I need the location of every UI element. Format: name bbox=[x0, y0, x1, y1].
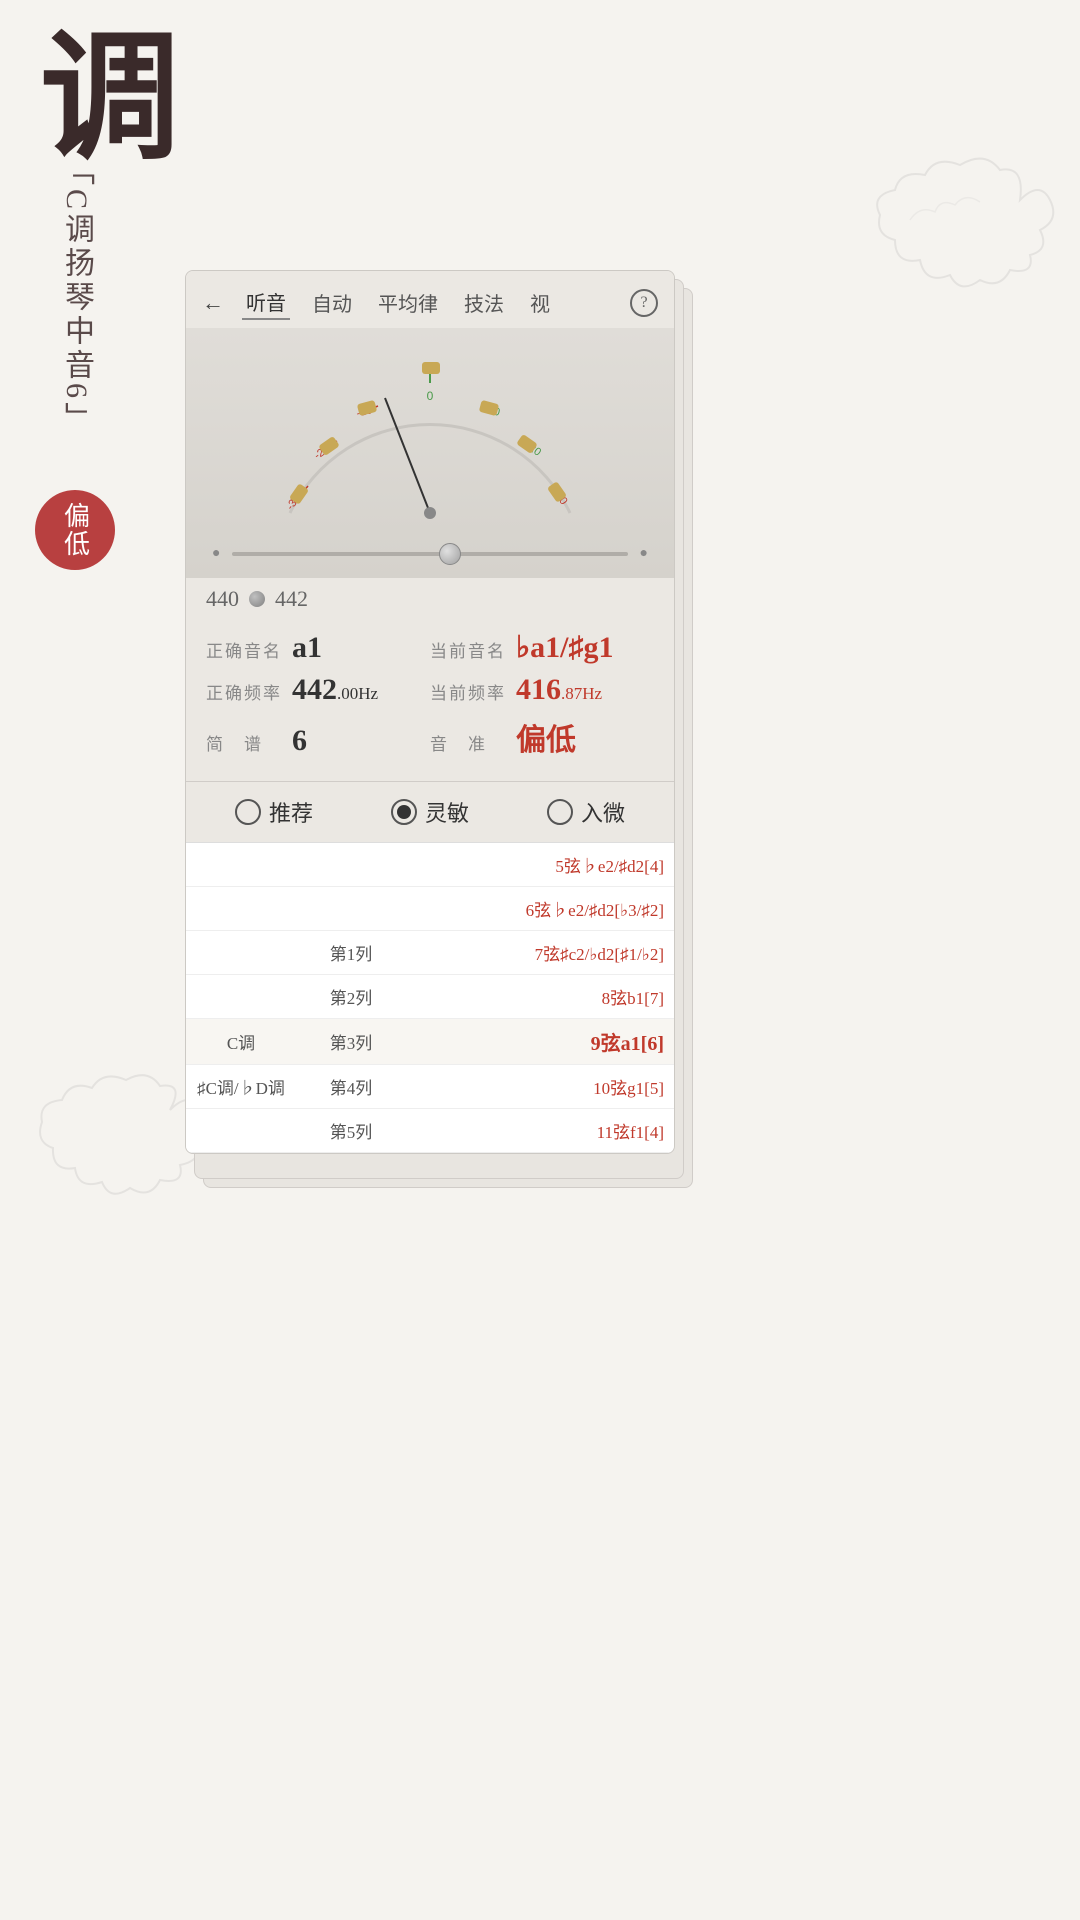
radio-sensitive-circle[interactable] bbox=[391, 799, 417, 825]
toolbar-item-auto[interactable]: 自动 bbox=[308, 286, 356, 319]
jianpu-label: 简 谱 bbox=[206, 730, 286, 755]
col-string: 5弦♭e2/♯d2[4] bbox=[406, 844, 674, 885]
table-row[interactable]: ♯C调/♭D调 第4列 10弦g1[5] bbox=[186, 1065, 674, 1109]
toolbar-item-view[interactable]: 视 bbox=[526, 286, 554, 319]
correct-freq-value: 442.00Hz bbox=[292, 673, 378, 707]
col-position bbox=[296, 857, 406, 873]
toolbar: ← 听音 自动 平均律 技法 视 ? bbox=[186, 271, 674, 328]
vertical-subtitle: 「C调扬琴中音6」 bbox=[52, 155, 100, 436]
cloud-decoration-top bbox=[840, 140, 1060, 320]
correct-note-value: a1 bbox=[292, 631, 322, 665]
current-freq-label: 当前频率 bbox=[430, 679, 510, 704]
sensitivity-recommend-label: 推荐 bbox=[269, 796, 313, 828]
freq-left-number: 440 bbox=[206, 586, 239, 612]
table-row[interactable]: 5弦♭e2/♯d2[4] bbox=[186, 843, 674, 887]
slider-left-indicator: ● bbox=[212, 546, 220, 562]
main-card: ← 听音 自动 平均律 技法 视 ? -30 bbox=[185, 270, 675, 1154]
string-table: 5弦♭e2/♯d2[4] 6弦♭e2/♯d2[♭3/♯2] 第1列 7弦♯c2/… bbox=[186, 842, 674, 1153]
col-position: 第4列 bbox=[296, 1066, 406, 1107]
current-note-label: 当前音名 bbox=[430, 637, 510, 662]
frequency-row: 440 442 bbox=[186, 578, 674, 620]
table-row[interactable]: 6弦♭e2/♯d2[♭3/♯2] bbox=[186, 887, 674, 931]
toolbar-item-temperament[interactable]: 平均律 bbox=[374, 286, 442, 319]
jianpu-value: 6 bbox=[292, 724, 307, 758]
tuning-half: 音 准 偏低 bbox=[430, 715, 654, 759]
sensitivity-recommend[interactable]: 推荐 bbox=[235, 796, 313, 828]
status-badge: 偏低 bbox=[35, 490, 115, 570]
table-row-active[interactable]: C调 第3列 9弦a1[6] bbox=[186, 1019, 674, 1065]
col-string: 11弦f1[4] bbox=[406, 1110, 674, 1151]
tuner-section: -30 -20 -10 0 10 bbox=[186, 328, 674, 578]
col-key bbox=[186, 945, 296, 961]
sensitivity-fine[interactable]: 入微 bbox=[547, 796, 625, 828]
radio-fine-circle[interactable] bbox=[547, 799, 573, 825]
table-row[interactable]: 第5列 11弦f1[4] bbox=[186, 1109, 674, 1153]
toolbar-item-technique[interactable]: 技法 bbox=[460, 286, 508, 319]
col-position-active: 第3列 bbox=[296, 1021, 406, 1062]
note-row: 正确音名 a1 当前音名 ♭a1/♯g1 bbox=[206, 630, 654, 665]
table-row[interactable]: 第2列 8弦b1[7] bbox=[186, 975, 674, 1019]
sensitivity-row: 推荐 灵敏 入微 bbox=[186, 781, 674, 842]
sensitivity-fine-label: 入微 bbox=[581, 796, 625, 828]
current-note-half: 当前音名 ♭a1/♯g1 bbox=[430, 630, 654, 665]
col-string: 6弦♭e2/♯d2[♭3/♯2] bbox=[406, 888, 674, 929]
tuning-label: 音 准 bbox=[430, 730, 510, 755]
svg-text:0: 0 bbox=[427, 389, 434, 403]
current-freq-half: 当前频率 416.87Hz bbox=[430, 673, 654, 707]
col-key bbox=[186, 989, 296, 1005]
current-note-value: ♭a1/♯g1 bbox=[516, 630, 614, 665]
col-string: 10弦g1[5] bbox=[406, 1066, 674, 1107]
col-key bbox=[186, 1123, 296, 1139]
sensitivity-sensitive[interactable]: 灵敏 bbox=[391, 796, 469, 828]
freq-right-number: 442 bbox=[275, 586, 308, 612]
card-stack: ← 听音 自动 平均律 技法 视 ? -30 bbox=[185, 270, 675, 1154]
col-key bbox=[186, 857, 296, 873]
freq-dot-icon bbox=[249, 591, 265, 607]
jianpu-row: 简 谱 6 音 准 偏低 bbox=[206, 715, 654, 759]
correct-freq-label: 正确频率 bbox=[206, 679, 286, 704]
col-position bbox=[296, 901, 406, 917]
back-button[interactable]: ← bbox=[202, 290, 224, 316]
slider-thumb[interactable] bbox=[439, 543, 461, 565]
col-position: 第1列 bbox=[296, 932, 406, 973]
freq-info-row: 正确频率 442.00Hz 当前频率 416.87Hz bbox=[206, 673, 654, 707]
dial-svg: -30 -20 -10 0 10 bbox=[260, 338, 600, 538]
col-key: ♯C调/♭D调 bbox=[186, 1066, 296, 1107]
correct-note-label: 正确音名 bbox=[206, 637, 286, 662]
col-string: 7弦♯c2/♭d2[♯1/♭2] bbox=[406, 932, 674, 973]
dial-container: -30 -20 -10 0 10 bbox=[260, 338, 600, 538]
correct-note-half: 正确音名 a1 bbox=[206, 631, 430, 665]
slider-area: ● ● bbox=[212, 546, 648, 562]
slider-right-indicator: ● bbox=[640, 546, 648, 562]
col-position: 第2列 bbox=[296, 976, 406, 1017]
tuning-value: 偏低 bbox=[516, 715, 576, 759]
col-position: 第5列 bbox=[296, 1110, 406, 1151]
col-string: 8弦b1[7] bbox=[406, 976, 674, 1017]
radio-recommend-circle[interactable] bbox=[235, 799, 261, 825]
current-freq-value: 416.87Hz bbox=[516, 673, 602, 707]
toolbar-item-listen[interactable]: 听音 bbox=[242, 285, 290, 320]
sensitivity-sensitive-label: 灵敏 bbox=[425, 796, 469, 828]
col-key-active: C调 bbox=[186, 1021, 296, 1062]
title-character: 调 bbox=[40, 30, 180, 170]
help-button[interactable]: ? bbox=[630, 289, 658, 317]
correct-freq-half: 正确频率 442.00Hz bbox=[206, 673, 430, 707]
table-row[interactable]: 第1列 7弦♯c2/♭d2[♯1/♭2] bbox=[186, 931, 674, 975]
col-string-active: 9弦a1[6] bbox=[406, 1019, 674, 1064]
slider-track[interactable] bbox=[232, 552, 627, 556]
jianpu-half: 简 谱 6 bbox=[206, 724, 430, 758]
col-key bbox=[186, 901, 296, 917]
info-grid: 正确音名 a1 当前音名 ♭a1/♯g1 正确频率 442.00Hz 当前频率 bbox=[186, 620, 674, 781]
